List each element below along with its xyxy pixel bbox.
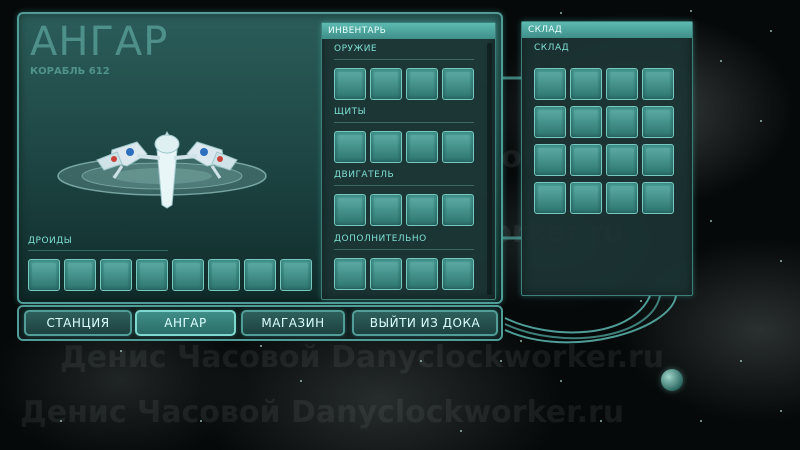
shop-button[interactable]: МАГАЗИН (241, 310, 345, 336)
star (690, 10, 692, 12)
divider (334, 59, 474, 60)
droids-label: ДРОИДЫ (28, 236, 73, 246)
star (710, 220, 712, 222)
storage-slot[interactable] (642, 68, 674, 100)
station-button[interactable]: СТАНЦИЯ (24, 310, 132, 336)
star (760, 120, 762, 122)
inventory-slot[interactable] (406, 258, 438, 290)
inventory-slot[interactable] (334, 68, 366, 100)
star (700, 420, 702, 422)
droid-slot[interactable] (136, 259, 168, 291)
inventory-slot[interactable] (406, 68, 438, 100)
storage-slot[interactable] (534, 182, 566, 214)
inventory-slot[interactable] (370, 68, 402, 100)
ship-name: КОРАБЛЬ 612 (30, 66, 110, 77)
star (560, 380, 562, 382)
planet-icon (661, 369, 683, 391)
droid-slot[interactable] (208, 259, 240, 291)
storage-header: СКЛАД (522, 22, 692, 38)
inventory-slot[interactable] (442, 131, 474, 163)
undock-button[interactable]: ВЫЙТИ ИЗ ДОКА (352, 310, 498, 336)
droid-slot[interactable] (172, 259, 204, 291)
divider (334, 249, 474, 250)
page-title: АНГАР (30, 19, 169, 65)
star (300, 380, 302, 382)
storage-slot[interactable] (606, 144, 638, 176)
droid-slot[interactable] (244, 259, 276, 291)
droid-slot[interactable] (28, 259, 60, 291)
inventory-slot[interactable] (334, 194, 366, 226)
extra-label: ДОПОЛНИТЕЛЬНО (334, 234, 427, 244)
star (770, 30, 772, 32)
weapons-label: ОРУЖИЕ (334, 44, 378, 54)
watermark: Денис Часовой Danyclockworker.ru (20, 395, 625, 430)
inventory-slot[interactable] (406, 131, 438, 163)
ship-icon[interactable] (92, 130, 242, 210)
storage-slot[interactable] (534, 68, 566, 100)
inventory-slot[interactable] (370, 194, 402, 226)
inventory-slot[interactable] (406, 194, 438, 226)
star (720, 60, 722, 62)
storage-slot[interactable] (642, 144, 674, 176)
hangar-button[interactable]: АНГАР (135, 310, 236, 336)
inventory-slot[interactable] (442, 194, 474, 226)
droid-slot[interactable] (280, 259, 312, 291)
star (780, 260, 782, 262)
inventory-slot[interactable] (334, 258, 366, 290)
storage-label: СКЛАД (534, 43, 570, 53)
storage-slot[interactable] (534, 106, 566, 138)
storage-slot[interactable] (606, 106, 638, 138)
star (780, 410, 782, 412)
inventory-header: ИНВЕНТАРЬ (322, 23, 495, 39)
engine-label: ДВИГАТЕЛЬ (334, 170, 395, 180)
storage-slot[interactable] (642, 106, 674, 138)
storage-slot[interactable] (570, 144, 602, 176)
inventory-slot[interactable] (442, 68, 474, 100)
divider (28, 250, 168, 251)
inventory-slot[interactable] (442, 258, 474, 290)
storage-slot[interactable] (570, 182, 602, 214)
inventory-slot[interactable] (370, 258, 402, 290)
droid-slot[interactable] (64, 259, 96, 291)
divider (334, 122, 474, 123)
inventory-scrollbar[interactable] (487, 43, 492, 295)
divider (334, 185, 474, 186)
star (740, 360, 742, 362)
storage-slot[interactable] (606, 68, 638, 100)
storage-slot[interactable] (570, 68, 602, 100)
storage-slot[interactable] (642, 182, 674, 214)
inventory-slot[interactable] (334, 131, 366, 163)
storage-slot[interactable] (534, 144, 566, 176)
droid-slot[interactable] (100, 259, 132, 291)
star (560, 12, 562, 14)
shields-label: ЩИТЫ (334, 107, 367, 117)
storage-slot[interactable] (606, 182, 638, 214)
star (460, 430, 462, 432)
storage-slot[interactable] (570, 106, 602, 138)
inventory-slot[interactable] (370, 131, 402, 163)
